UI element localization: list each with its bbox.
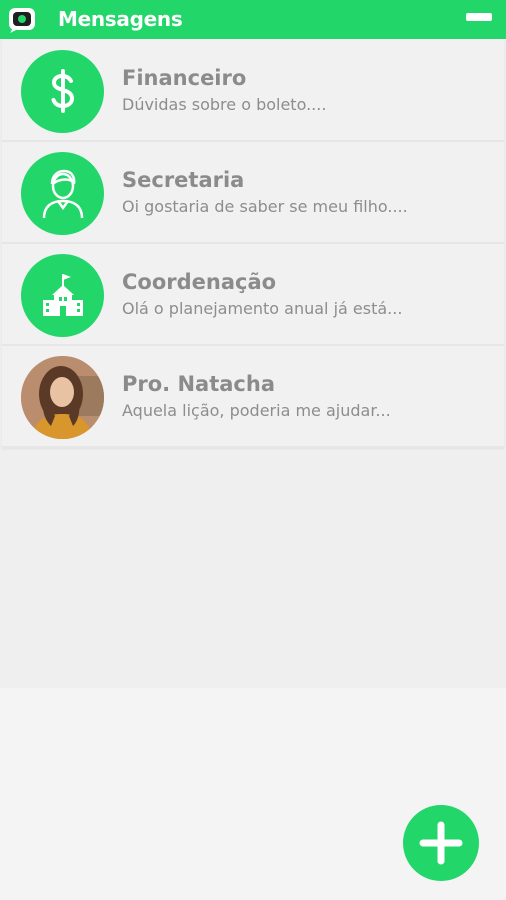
add-conversation-button[interactable]	[403, 805, 479, 881]
conversation-name: Financeiro	[122, 66, 247, 90]
conversation-name: Secretaria	[122, 168, 245, 192]
school-icon	[21, 254, 104, 337]
dollar-icon	[21, 50, 104, 133]
conversation-preview: Oi gostaria de saber se meu filho....	[122, 197, 408, 216]
conversation-secretaria[interactable]: Secretaria Oi gostaria de saber se meu f…	[2, 142, 504, 244]
chat-bubble-icon[interactable]	[7, 6, 37, 34]
page-title: Mensagens	[58, 7, 183, 31]
plus-icon	[419, 821, 463, 865]
conversation-financeiro[interactable]: Financeiro Dúvidas sobre o boleto....	[2, 40, 504, 142]
top-bar: Mensagens	[0, 0, 506, 39]
profile-photo	[21, 356, 104, 439]
person-icon	[21, 152, 104, 235]
conversation-name: Coordenação	[122, 270, 277, 294]
conversation-coordenacao[interactable]: Coordenação Olá o planejamento anual já …	[2, 244, 504, 346]
conversation-preview: Dúvidas sobre o boleto....	[122, 95, 327, 114]
conversation-list: Financeiro Dúvidas sobre o boleto.... Se…	[0, 40, 506, 688]
minus-menu-icon[interactable]	[466, 13, 492, 21]
conversation-preview: Aquela lição, poderia me ajudar...	[122, 401, 391, 420]
conversation-natacha[interactable]: Pro. Natacha Aquela lição, poderia me aj…	[2, 346, 504, 448]
conversation-name: Pro. Natacha	[122, 372, 275, 396]
conversation-preview: Olá o planejamento anual já está...	[122, 299, 403, 318]
